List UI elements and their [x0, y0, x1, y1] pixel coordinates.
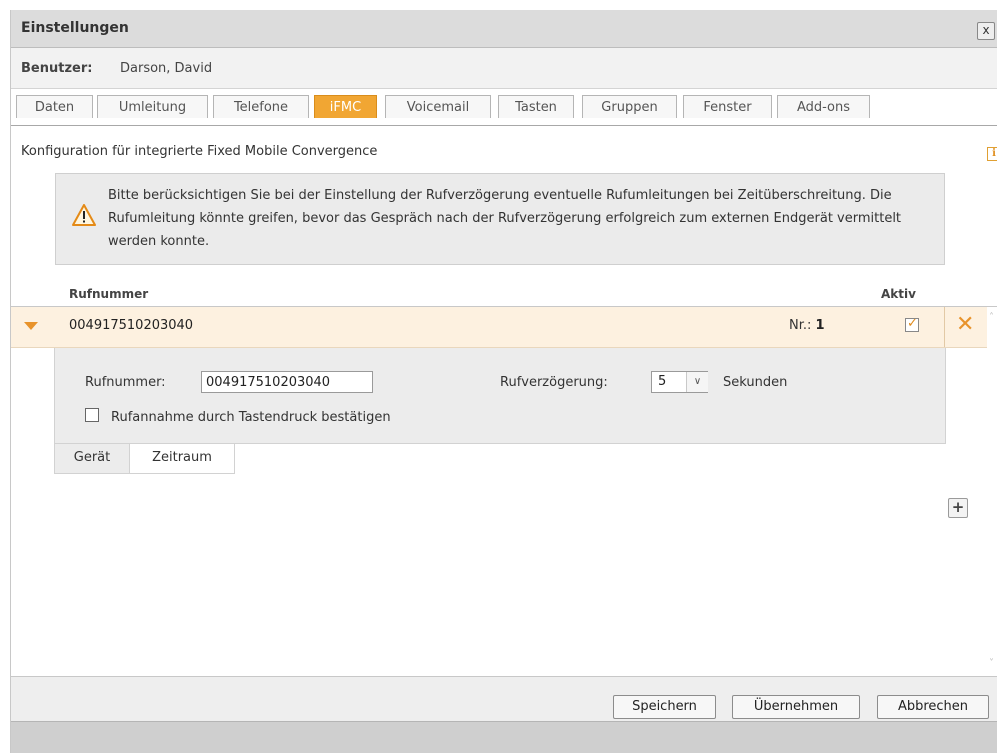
chevron-down-icon[interactable]: ∨: [686, 372, 708, 392]
table-row[interactable]: 004917510203040 Nr.: 1 ✕: [11, 307, 987, 348]
delay-value: 5: [658, 374, 667, 389]
subtab-zeitraum[interactable]: Zeitraum: [129, 444, 235, 474]
warning-text: Bitte berücksichtigen Sie bei der Einste…: [108, 188, 902, 249]
footer-bar: Speichern Übernehmen Abbrechen: [11, 676, 997, 721]
save-button[interactable]: Speichern: [613, 695, 716, 719]
row-phone-number: 004917510203040: [69, 318, 194, 333]
settings-dialog: Einstellungen x Benutzer: Darson, David …: [10, 10, 997, 753]
subtab-geraet[interactable]: Gerät: [54, 444, 129, 474]
close-button[interactable]: x: [977, 22, 995, 40]
warning-icon: [72, 204, 96, 226]
scroll-down-icon[interactable]: ˅: [989, 658, 994, 669]
delay-unit: Sekunden: [723, 375, 788, 390]
tab-bar: Daten Umleitung Telefone iFMC Voicemail …: [11, 89, 997, 126]
detail-panel: Rufnummer: Rufverzögerung: 5 ∨ Sekunden …: [54, 348, 946, 444]
section-title: Konfiguration für integrierte Fixed Mobi…: [21, 144, 378, 159]
tab-umleitung[interactable]: Umleitung: [97, 95, 208, 118]
column-header-rufnummer[interactable]: Rufnummer: [69, 287, 148, 301]
add-button[interactable]: +: [948, 498, 968, 518]
row-index-label: Nr.:: [789, 318, 812, 333]
active-checkbox[interactable]: [905, 316, 919, 332]
scroll-up-icon[interactable]: ˄: [989, 312, 994, 323]
rufnummer-label: Rufnummer:: [85, 375, 166, 390]
dialog-title: Einstellungen: [21, 20, 129, 36]
tab-fenster[interactable]: Fenster: [683, 95, 772, 118]
tab-tasten[interactable]: Tasten: [498, 95, 574, 118]
title-bar[interactable]: Einstellungen x: [11, 10, 997, 48]
rufnummer-input[interactable]: [201, 371, 373, 393]
confirm-label[interactable]: Rufannahme durch Tastendruck bestätigen: [111, 410, 391, 425]
delay-select[interactable]: 5 ∨: [651, 371, 708, 393]
tab-daten[interactable]: Daten: [16, 95, 93, 118]
grid-header: Rufnummer Aktiv: [11, 286, 997, 307]
tab-gruppen[interactable]: Gruppen: [582, 95, 677, 118]
warning-box: Bitte berücksichtigen Sie bei der Einste…: [55, 173, 945, 265]
delete-icon[interactable]: ✕: [956, 312, 974, 338]
confirm-checkbox[interactable]: [85, 408, 99, 422]
tab-add-ons[interactable]: Add-ons: [777, 95, 870, 118]
tab-telefone[interactable]: Telefone: [213, 95, 309, 118]
cancel-button[interactable]: Abbrechen: [877, 695, 989, 719]
column-header-aktiv[interactable]: Aktiv: [881, 287, 916, 301]
apply-button[interactable]: Übernehmen: [732, 695, 860, 719]
info-icon[interactable]: i: [987, 147, 997, 161]
user-name: Darson, David: [120, 61, 213, 76]
row-index: Nr.: 1: [789, 318, 825, 333]
user-bar: Benutzer: Darson, David: [11, 48, 997, 89]
delay-label: Rufverzögerung:: [500, 375, 608, 390]
row-index-value: 1: [815, 318, 825, 333]
status-bar: [11, 721, 997, 753]
collapse-arrow-icon[interactable]: [24, 322, 38, 330]
tab-ifmc[interactable]: iFMC: [314, 95, 377, 118]
user-label: Benutzer:: [21, 61, 93, 76]
column-divider: [944, 307, 945, 347]
tab-voicemail[interactable]: Voicemail: [385, 95, 491, 118]
